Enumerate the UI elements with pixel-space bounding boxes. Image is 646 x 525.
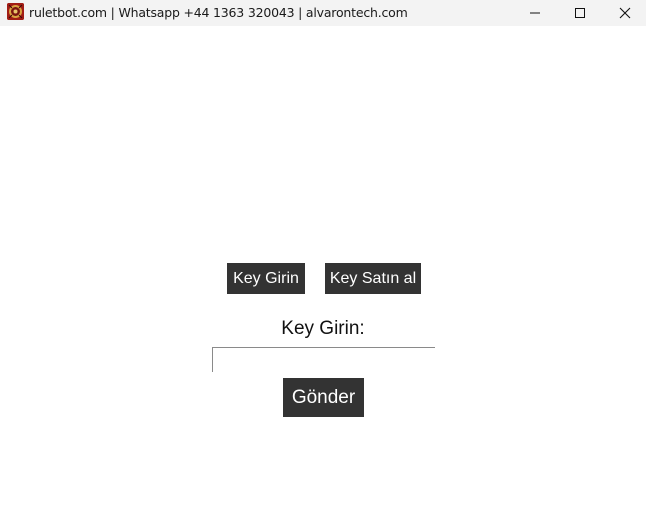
tab-key-girin-button[interactable]: Key Girin (227, 263, 305, 294)
title-bar[interactable]: ruletbot.com | Whatsapp +44 1363 320043 … (0, 0, 646, 26)
minimize-icon (529, 7, 541, 19)
key-input[interactable] (212, 347, 435, 372)
maximize-icon (574, 7, 586, 19)
minimize-button[interactable] (512, 0, 558, 26)
key-field-label: Key Girin: (281, 318, 365, 339)
tab-key-satin-al-button[interactable]: Key Satın al (325, 263, 421, 294)
close-button[interactable] (602, 0, 646, 26)
submit-button[interactable]: Gönder (283, 378, 364, 417)
roulette-app-icon (7, 3, 24, 20)
close-icon (619, 7, 631, 19)
app-window: ruletbot.com | Whatsapp +44 1363 320043 … (0, 0, 646, 525)
window-title: ruletbot.com | Whatsapp +44 1363 320043 … (29, 5, 408, 20)
maximize-button[interactable] (557, 0, 603, 26)
